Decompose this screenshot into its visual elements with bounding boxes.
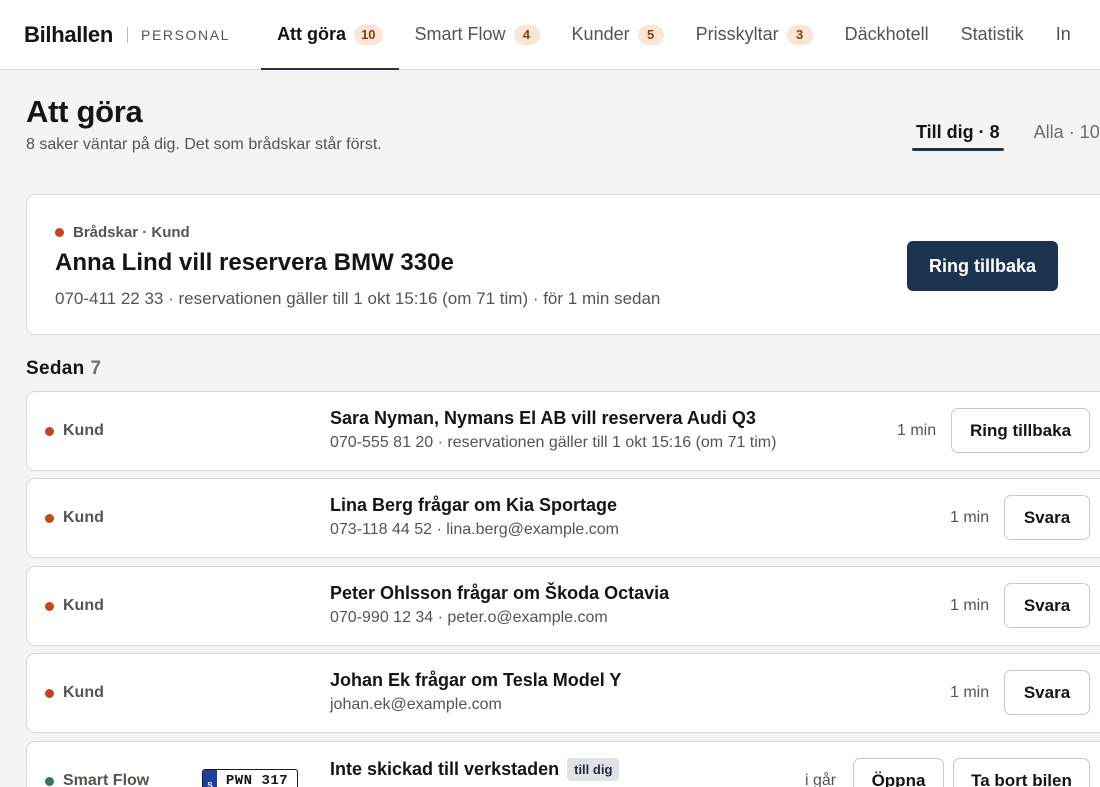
main-tabs: Att göra 10 Smart Flow 4 Kunder 5 Prissk… bbox=[261, 0, 1087, 70]
tab-label: Smart Flow bbox=[414, 24, 506, 44]
filter-tabs: Till dig · 8 Alla · 10 bbox=[912, 118, 1100, 151]
row-tag: Smart Flow bbox=[45, 742, 149, 787]
tab-statistik[interactable]: Statistik bbox=[945, 0, 1040, 69]
row-title: Peter Ohlsson frågar om Škoda Octavia bbox=[330, 583, 670, 603]
status-dot-icon bbox=[45, 426, 54, 436]
tab-label: Att göra bbox=[277, 24, 347, 44]
tab-count-badge: 10 bbox=[354, 24, 383, 45]
tab-label: Däckhotell bbox=[844, 24, 929, 44]
tab-count-badge: 5 bbox=[637, 24, 664, 45]
row-title: Johan Ek frågar om Tesla Model Y bbox=[330, 670, 622, 690]
task-row[interactable]: Kund Lina Berg frågar om Kia Sportage 07… bbox=[26, 478, 1100, 558]
task-row[interactable]: Smart Flow S PWN 317 Inte skickad till v… bbox=[26, 741, 1100, 787]
row-tag-label: Kund bbox=[63, 597, 104, 614]
tab-label: Statistik bbox=[960, 24, 1024, 44]
row-title: Sara Nyman, Nymans El AB vill reservera … bbox=[330, 408, 756, 428]
reply-button[interactable]: Svara bbox=[1004, 495, 1090, 540]
status-dot-icon bbox=[45, 513, 54, 523]
row-tag-label: Smart Flow bbox=[63, 772, 150, 787]
task-row[interactable]: Kund Sara Nyman, Nymans El AB vill reser… bbox=[26, 391, 1100, 471]
brand-name: Bilhallen bbox=[24, 21, 113, 47]
open-button[interactable]: Öppna bbox=[853, 758, 944, 787]
row-meta: 073-118 44 52 · lina.berg@example.com bbox=[330, 521, 619, 538]
filter-till-dig[interactable]: Till dig · 8 bbox=[912, 118, 1004, 151]
task-row[interactable]: Kund Johan Ek frågar om Tesla Model Y jo… bbox=[26, 653, 1100, 733]
row-meta: 070-990 12 34 · peter.o@example.com bbox=[330, 609, 608, 626]
task-row[interactable]: Kund Peter Ohlsson frågar om Škoda Octav… bbox=[26, 566, 1100, 646]
tab-smart-flow[interactable]: Smart Flow 4 bbox=[399, 0, 556, 69]
row-tag-label: Kund bbox=[63, 422, 104, 439]
tab-prisskyltar[interactable]: Prisskyltar 3 bbox=[680, 0, 829, 69]
row-title: Lina Berg frågar om Kia Sportage bbox=[330, 495, 618, 515]
row-time: i går bbox=[805, 772, 837, 787]
brand-divider bbox=[127, 26, 128, 43]
filter-alla[interactable]: Alla · 10 bbox=[1030, 118, 1100, 151]
urgent-meta: 070-411 22 33 · reservationen gäller til… bbox=[55, 289, 661, 308]
tab-label: Prisskyltar bbox=[695, 24, 779, 44]
row-time: 1 min bbox=[897, 422, 937, 439]
tab-count-badge: 4 bbox=[513, 24, 540, 45]
row-tag: Kund bbox=[45, 479, 104, 557]
row-time: 1 min bbox=[950, 597, 990, 614]
tab-count-badge: 3 bbox=[786, 24, 813, 45]
row-tag: Kund bbox=[45, 567, 104, 645]
tab-att-gora[interactable]: Att göra 10 bbox=[261, 0, 400, 70]
row-meta: 070-555 81 20 · reservationen gäller til… bbox=[330, 434, 777, 451]
call-back-button[interactable]: Ring tillbaka bbox=[907, 241, 1058, 291]
urgent-task-card: Brådskar · Kund Anna Lind vill reservera… bbox=[26, 194, 1100, 335]
reply-button[interactable]: Svara bbox=[1004, 583, 1090, 628]
urgent-tag: Brådskar · Kund bbox=[55, 224, 190, 241]
section-heading: Sedan 7 bbox=[26, 358, 101, 380]
call-back-button[interactable]: Ring tillbaka bbox=[951, 408, 1090, 453]
reply-button[interactable]: Svara bbox=[1004, 670, 1090, 715]
remove-car-button[interactable]: Ta bort bilen bbox=[953, 758, 1090, 787]
status-dot-icon bbox=[45, 776, 54, 786]
row-tag: Kund bbox=[45, 392, 104, 470]
status-dot-icon bbox=[45, 601, 54, 611]
page-subtitle: 8 saker väntar på dig. Det som brådskar … bbox=[26, 136, 382, 153]
row-time: 1 min bbox=[950, 684, 990, 701]
urgent-title: Anna Lind vill reservera BMW 330e bbox=[55, 249, 454, 276]
tab-label: In bbox=[1055, 24, 1071, 44]
assigned-pill: till dig bbox=[567, 758, 620, 781]
tab-label: Kunder bbox=[571, 24, 630, 44]
urgent-dot-icon bbox=[55, 228, 64, 237]
plate-country-code: S bbox=[203, 770, 217, 787]
urgent-tag-label: Brådskar · Kund bbox=[73, 224, 190, 241]
row-tag-label: Kund bbox=[63, 684, 104, 701]
license-plate: S PWN 317 bbox=[202, 769, 298, 787]
row-title-text: Inte skickad till verkstaden bbox=[330, 759, 560, 779]
status-dot-icon bbox=[45, 688, 54, 698]
row-time: 1 min bbox=[950, 509, 990, 526]
brand-subtitle: PERSONAL bbox=[141, 26, 231, 43]
tab-dackhotell[interactable]: Däckhotell bbox=[829, 0, 945, 69]
row-tag: Kund bbox=[45, 654, 104, 732]
section-label: Sedan bbox=[26, 358, 85, 379]
tab-overflow[interactable]: In bbox=[1040, 0, 1087, 69]
section-count: 7 bbox=[90, 358, 102, 379]
page-title: Att göra bbox=[26, 94, 143, 129]
row-title: Inte skickad till verkstaden till dig bbox=[330, 758, 620, 781]
tab-kunder[interactable]: Kunder 5 bbox=[556, 0, 680, 69]
row-tag-label: Kund bbox=[63, 509, 104, 526]
plate-number: PWN 317 bbox=[225, 773, 289, 787]
brand[interactable]: Bilhallen PERSONAL bbox=[0, 0, 230, 69]
top-navigation: Bilhallen PERSONAL Att göra 10 Smart Flo… bbox=[0, 0, 1100, 70]
row-meta: johan.ek@example.com bbox=[330, 696, 502, 713]
